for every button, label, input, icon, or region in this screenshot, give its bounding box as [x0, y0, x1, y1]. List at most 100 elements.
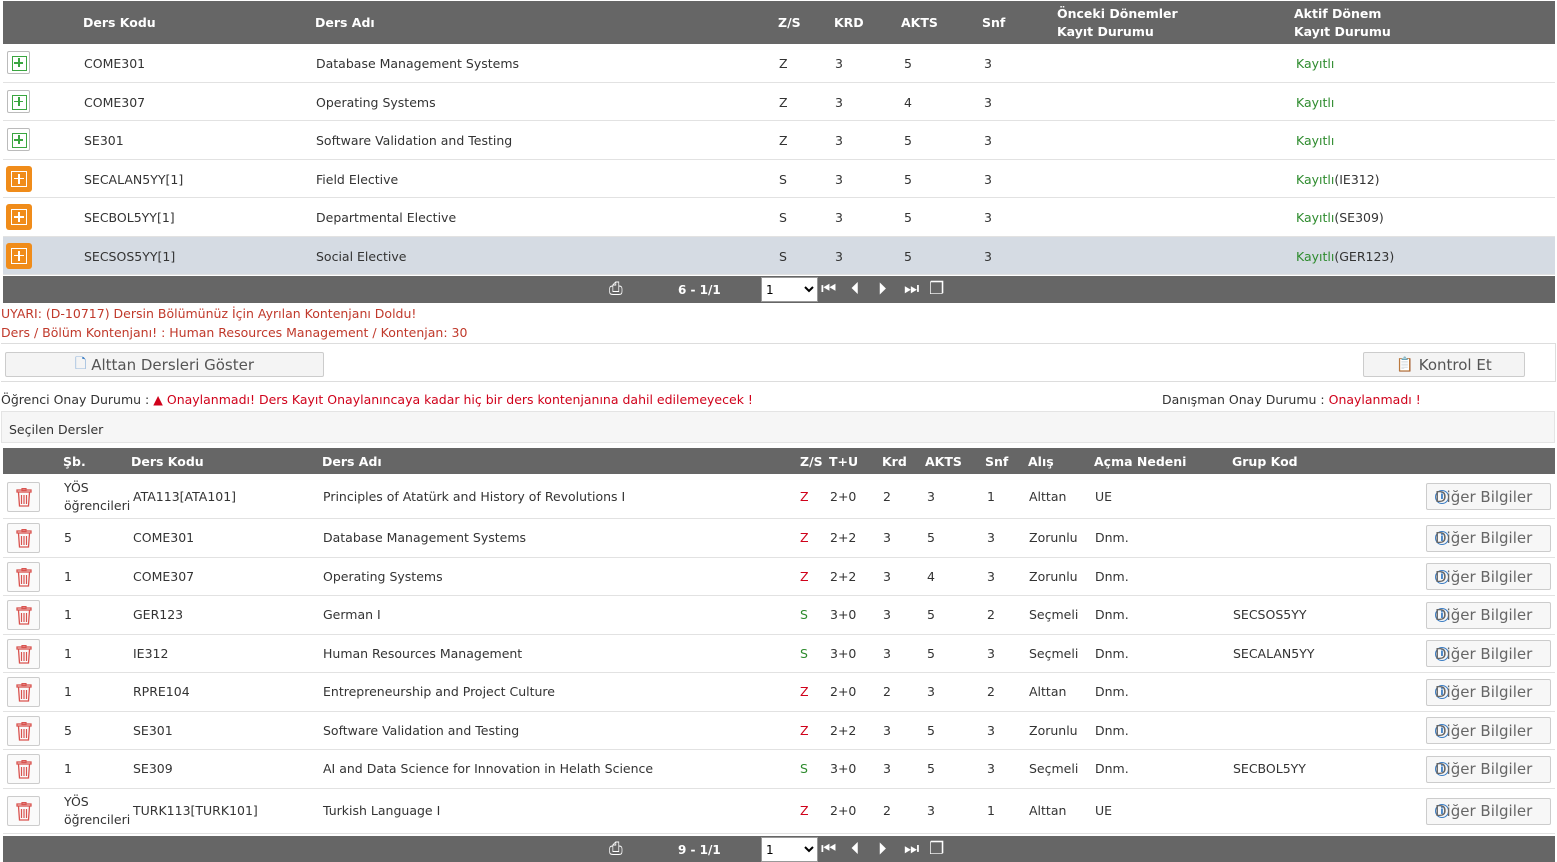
add-course-icon[interactable]	[6, 165, 32, 192]
section-number: YÖS öğrencileri	[64, 794, 131, 827]
quota-detail: Ders / Bölüm Kontenjanı! : Human Resourc…	[1, 325, 467, 340]
prev-page-icon[interactable]: ⏴	[851, 279, 860, 299]
delete-button[interactable]	[7, 523, 40, 554]
delete-button[interactable]	[7, 796, 40, 826]
status-extra: (SE309)	[1334, 210, 1384, 225]
page-select[interactable]: 1	[761, 277, 818, 302]
course-zs: Z	[779, 94, 788, 110]
course-zs: S	[800, 761, 808, 777]
copy-icon[interactable]: ❐	[929, 279, 944, 299]
table-row: 1 SE309 AI and Data Science for Innovation…	[3, 750, 1555, 789]
table-row[interactable]: SE301 Software Validation and Testing Z 3 5 3…	[3, 121, 1555, 160]
section-number: 1	[64, 568, 72, 584]
course-tu: 3+0	[830, 761, 857, 777]
trash-icon	[16, 683, 32, 702]
trash-icon	[16, 721, 32, 741]
course-name: Social Elective	[316, 248, 407, 264]
student-approval-value: Onaylanmadı! Ders Kayıt Onaylanıncaya ka…	[166, 392, 753, 407]
course-akts: 3	[927, 684, 935, 700]
first-page-icon[interactable]: ⏮	[821, 279, 836, 299]
course-code: SECBOL5YY[1]	[84, 210, 175, 225]
course-akts: 3	[927, 803, 935, 818]
active-status: Kayıtlı(SE309)	[1296, 210, 1384, 225]
print-icon[interactable]: ⎙	[609, 279, 623, 299]
show-sub-courses-button[interactable]: 🗋 Alttan Dersleri Göster	[5, 352, 324, 377]
delete-button[interactable]	[7, 715, 40, 746]
course-tu: 2+2	[830, 722, 857, 738]
header-reason: Açma Nedeni	[1094, 454, 1187, 469]
details-button[interactable]: i Diğer Bilgiler	[1426, 678, 1551, 706]
delete-button[interactable]	[7, 481, 40, 512]
first-page-icon[interactable]: ⏮	[821, 839, 836, 859]
course-name: AI and Data Science for Innovation in He…	[323, 761, 654, 777]
details-label: Diğer Bilgiler	[1435, 529, 1533, 548]
header-snf: Snf	[985, 454, 1009, 469]
course-snf: 2	[987, 607, 995, 623]
print-icon[interactable]: ⎙	[609, 839, 623, 859]
delete-button[interactable]	[7, 677, 40, 708]
add-course-icon[interactable]	[6, 204, 32, 230]
status-extra: (GER123)	[1334, 248, 1395, 264]
page-select[interactable]: 1	[761, 837, 818, 862]
section-number: 1	[64, 607, 72, 623]
top-pager: ⎙ 6 - 1/1 1 ⏮ ⏴ ⏵ ⏭ ❐	[3, 276, 1555, 303]
course-zs: Z	[800, 488, 809, 504]
course-snf: 3	[987, 722, 995, 738]
delete-button[interactable]	[7, 600, 40, 631]
details-button[interactable]: i Diğer Bilgiler	[1426, 601, 1551, 629]
add-course-icon[interactable]	[6, 242, 32, 269]
section-number: 5	[64, 530, 72, 546]
details-button[interactable]: i Diğer Bilgiler	[1426, 797, 1551, 825]
bottom-pager: ⎙ 9 - 1/1 1 ⏮ ⏴ ⏵ ⏭ ❐	[3, 836, 1555, 862]
table-row[interactable]: COME307 Operating Systems Z 3 4 3 Kayıtlı	[3, 82, 1555, 121]
delete-button[interactable]	[7, 561, 40, 592]
course-krd: 2	[883, 803, 891, 818]
course-snf: 1	[987, 803, 995, 818]
trash-icon	[16, 487, 32, 507]
course-alis: Zorunlu	[1029, 530, 1078, 546]
details-button[interactable]: i Diğer Bilgiler	[1426, 563, 1551, 591]
details-button[interactable]: i Diğer Bilgiler	[1426, 524, 1551, 552]
header-zs: Z/S	[778, 15, 801, 30]
course-krd: 3	[835, 56, 843, 71]
prev-page-icon[interactable]: ⏴	[851, 839, 860, 859]
details-button[interactable]: i Diğer Bilgiler	[1426, 717, 1551, 745]
table-row[interactable]: SECBOL5YY[1] Departmental Elective S 3 5 3 Kay…	[3, 198, 1555, 237]
add-course-icon[interactable]	[7, 128, 30, 151]
delete-button[interactable]	[7, 754, 40, 785]
details-button[interactable]: i Diğer Bilgiler	[1426, 483, 1551, 510]
course-alis: Alttan	[1029, 684, 1067, 700]
show-sub-courses-label: Alttan Dersleri Göster	[91, 355, 255, 374]
course-snf: 3	[984, 56, 992, 71]
course-reason: Dnm.	[1095, 761, 1129, 777]
course-snf: 3	[984, 171, 992, 187]
table-row: YÖS öğrencileri TURK113[TURK101] Turkish L…	[3, 788, 1555, 834]
course-krd: 3	[835, 94, 843, 110]
add-course-icon[interactable]	[7, 51, 30, 74]
delete-button[interactable]	[7, 638, 40, 669]
course-zs: Z	[800, 722, 809, 738]
course-akts: 5	[927, 722, 935, 738]
details-button[interactable]: i Diğer Bilgiler	[1426, 755, 1551, 783]
registered-courses-table: Ders Kodu Ders Adı Z/S KRD AKTS Snf Önce…	[3, 1, 1555, 275]
course-code: SE301	[84, 133, 124, 148]
course-akts: 5	[904, 210, 912, 225]
check-button[interactable]: 📋 Kontrol Et	[1363, 352, 1525, 377]
course-tu: 2+2	[830, 530, 857, 546]
last-page-icon[interactable]: ⏭	[904, 839, 919, 859]
table-row[interactable]: COME301 Database Management Systems Z 3 5 3 Ka…	[3, 44, 1555, 83]
selected-courses-table: Şb. Ders Kodu Ders Adı Z/S T+U Krd AKTS …	[3, 448, 1555, 834]
details-button[interactable]: i Diğer Bilgiler	[1426, 640, 1551, 668]
table-row[interactable]: SECSOS5YY[1] Social Elective S 3 5 3 Kayıtlı(G…	[3, 236, 1555, 275]
pager-info: 6 - 1/1	[678, 283, 721, 297]
course-name: Departmental Elective	[316, 210, 457, 225]
next-page-icon[interactable]: ⏵	[878, 839, 887, 859]
section-number: 5	[64, 722, 72, 738]
next-page-icon[interactable]: ⏵	[878, 279, 887, 299]
table-row[interactable]: SECALAN5YY[1] Field Elective S 3 5 3 Kayıtlı(I…	[3, 159, 1555, 198]
copy-icon[interactable]: ❐	[929, 839, 944, 859]
last-page-icon[interactable]: ⏭	[904, 279, 919, 299]
add-course-icon[interactable]	[7, 89, 30, 113]
header-krd: Krd	[882, 454, 907, 469]
header-snf: Snf	[982, 15, 1006, 30]
